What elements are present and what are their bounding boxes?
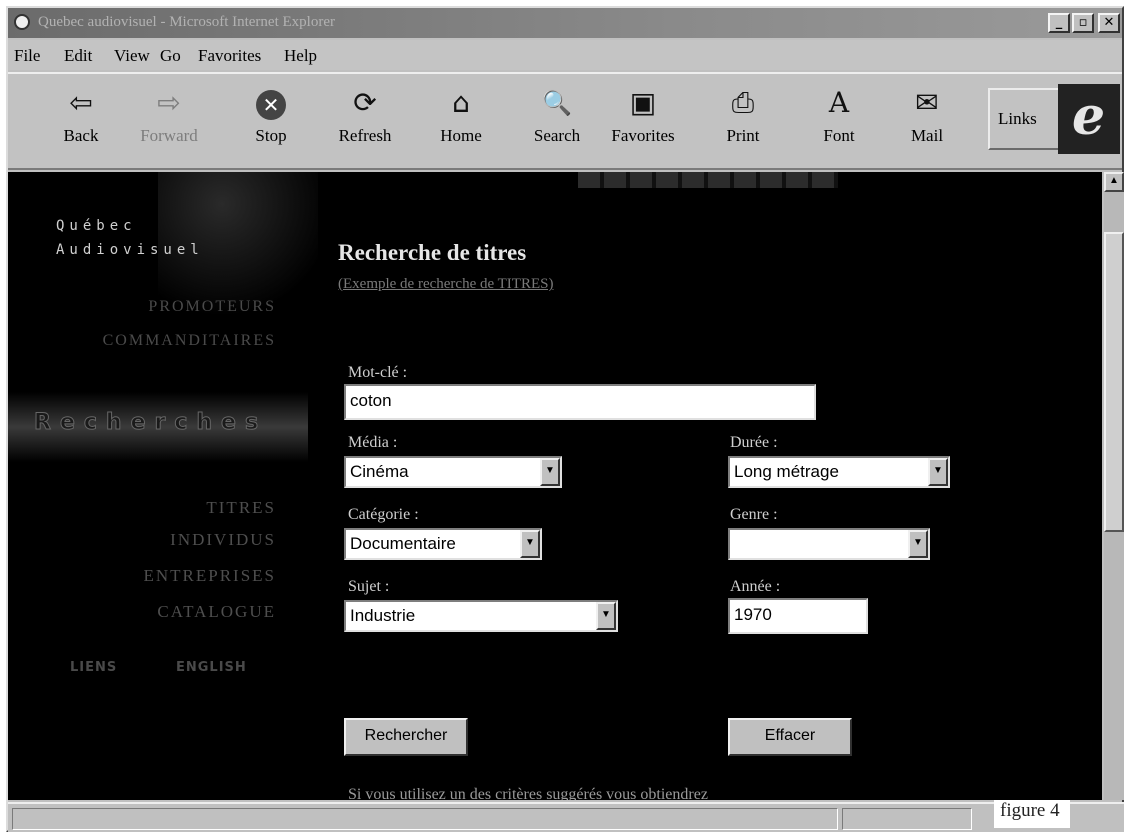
chevron-down-icon[interactable]: ▼ [540, 458, 560, 486]
nav-catalogue[interactable]: CATALOGUE [157, 602, 276, 622]
chevron-down-icon[interactable]: ▼ [928, 458, 948, 486]
status-pane-zone [842, 808, 972, 830]
example-link[interactable]: (Exemple de recherche de TITRES) [338, 276, 553, 293]
menu-go[interactable]: Go [160, 46, 181, 66]
duree-select[interactable]: Long métrage ▼ [728, 456, 950, 488]
refresh-icon: ⟳ [353, 86, 377, 119]
categorie-label: Catégorie : [348, 506, 419, 523]
site-logo-line1: Québec [56, 218, 137, 234]
motcle-label: Mot-clé : [348, 364, 408, 381]
mail-button[interactable]: ✉ Mail [882, 82, 972, 162]
genre-label: Genre : [730, 506, 778, 523]
home-icon: ⌂ [452, 86, 470, 119]
favorites-button[interactable]: ▣ Favorites [598, 82, 688, 162]
ie-logo: e [1058, 84, 1120, 154]
font-button[interactable]: A Font [794, 82, 884, 162]
page-content: Québec Audiovisuel PROMOTEURS COMMANDITA… [8, 172, 1102, 800]
effacer-button[interactable]: Effacer [728, 718, 852, 756]
nav-entreprises[interactable]: ENTREPRISES [143, 566, 276, 586]
status-bar [8, 802, 1124, 832]
scroll-up-icon[interactable]: ▲ [1104, 172, 1124, 192]
home-button[interactable]: ⌂ Home [416, 82, 506, 162]
font-icon: A [828, 86, 850, 119]
site-logo-line2: Audiovisuel [56, 242, 204, 258]
vertical-scrollbar[interactable]: ▲ [1104, 172, 1124, 800]
forward-button[interactable]: ⇨ Forward [124, 82, 214, 162]
print-icon: ⎙ [731, 86, 755, 119]
menu-file[interactable]: File [14, 46, 40, 66]
stop-icon: ✕ [256, 90, 286, 120]
window-title: Quebec audiovisuel - Microsoft Internet … [38, 14, 335, 30]
rechercher-button[interactable]: Rechercher [344, 718, 468, 756]
forward-arrow-icon: ⇨ [157, 86, 181, 119]
help-text: Si vous utilisez un des critères suggéré… [348, 786, 708, 800]
refresh-button[interactable]: ⟳ Refresh [320, 82, 410, 162]
motcle-input[interactable]: coton [344, 384, 816, 420]
sujet-select[interactable]: Industrie ▼ [344, 600, 618, 632]
chevron-down-icon[interactable]: ▼ [520, 530, 540, 558]
page-title: Recherche de titres [338, 240, 527, 265]
duree-select-value: Long métrage [734, 462, 839, 481]
media-label: Média : [348, 434, 398, 451]
annee-input[interactable]: 1970 [728, 598, 868, 634]
annee-label: Année : [730, 578, 781, 595]
browser-window: Quebec audiovisuel - Microsoft Internet … [6, 6, 1124, 832]
toolbar: ⇦ Back ⇨ Forward ✕ Stop ⟳ Refresh ⌂ Home… [8, 72, 1122, 170]
nav-titres[interactable]: TITRES [206, 498, 276, 518]
minimize-button[interactable]: _ [1048, 13, 1070, 33]
genre-select[interactable]: ▼ [728, 528, 930, 560]
sujet-select-value: Industrie [350, 606, 416, 625]
decorative-strip [578, 172, 838, 188]
back-arrow-icon: ⇦ [69, 86, 93, 119]
categorie-select[interactable]: Documentaire ▼ [344, 528, 542, 560]
categorie-select-value: Documentaire [350, 534, 456, 553]
title-bar: Quebec audiovisuel - Microsoft Internet … [8, 8, 1122, 38]
favorites-icon: ▣ [629, 86, 657, 119]
section-heading: Recherches [33, 410, 268, 436]
duree-label: Durée : [730, 434, 778, 451]
maximize-button[interactable]: ▫ [1072, 13, 1094, 33]
mail-icon: ✉ [915, 86, 939, 119]
chevron-down-icon[interactable]: ▼ [596, 602, 616, 630]
search-button[interactable]: 🔍 Search [512, 82, 602, 162]
menu-help[interactable]: Help [284, 46, 317, 66]
links-bar[interactable]: Links [988, 88, 1060, 150]
nav-english[interactable]: ENGLISH [176, 660, 247, 675]
nav-individus[interactable]: INDIVIDUS [170, 530, 276, 550]
menu-favorites[interactable]: Favorites [198, 46, 261, 66]
ie-logo-icon: e [1072, 86, 1106, 147]
nav-commanditaires[interactable]: COMMANDITAIRES [103, 332, 276, 350]
figure-caption: figure 4 [994, 800, 1070, 828]
search-icon: 🔍 [542, 89, 572, 117]
sujet-label: Sujet : [348, 578, 390, 595]
status-pane-main [12, 808, 838, 830]
media-select[interactable]: Cinéma ▼ [344, 456, 562, 488]
chevron-down-icon[interactable]: ▼ [908, 530, 928, 558]
menu-edit[interactable]: Edit [64, 46, 92, 66]
stop-button[interactable]: ✕ Stop [226, 82, 316, 162]
close-button[interactable]: ✕ [1098, 13, 1120, 33]
media-select-value: Cinéma [350, 462, 409, 481]
nav-liens[interactable]: LIENS [70, 660, 117, 675]
menu-view[interactable]: View [114, 46, 150, 66]
menu-bar: File Edit View Go Favorites Help [8, 40, 1122, 70]
scroll-thumb[interactable] [1104, 232, 1124, 532]
print-button[interactable]: ⎙ Print [698, 82, 788, 162]
ie-app-icon[interactable] [14, 14, 30, 30]
back-button[interactable]: ⇦ Back [36, 82, 126, 162]
nav-promoteurs[interactable]: PROMOTEURS [148, 298, 276, 316]
